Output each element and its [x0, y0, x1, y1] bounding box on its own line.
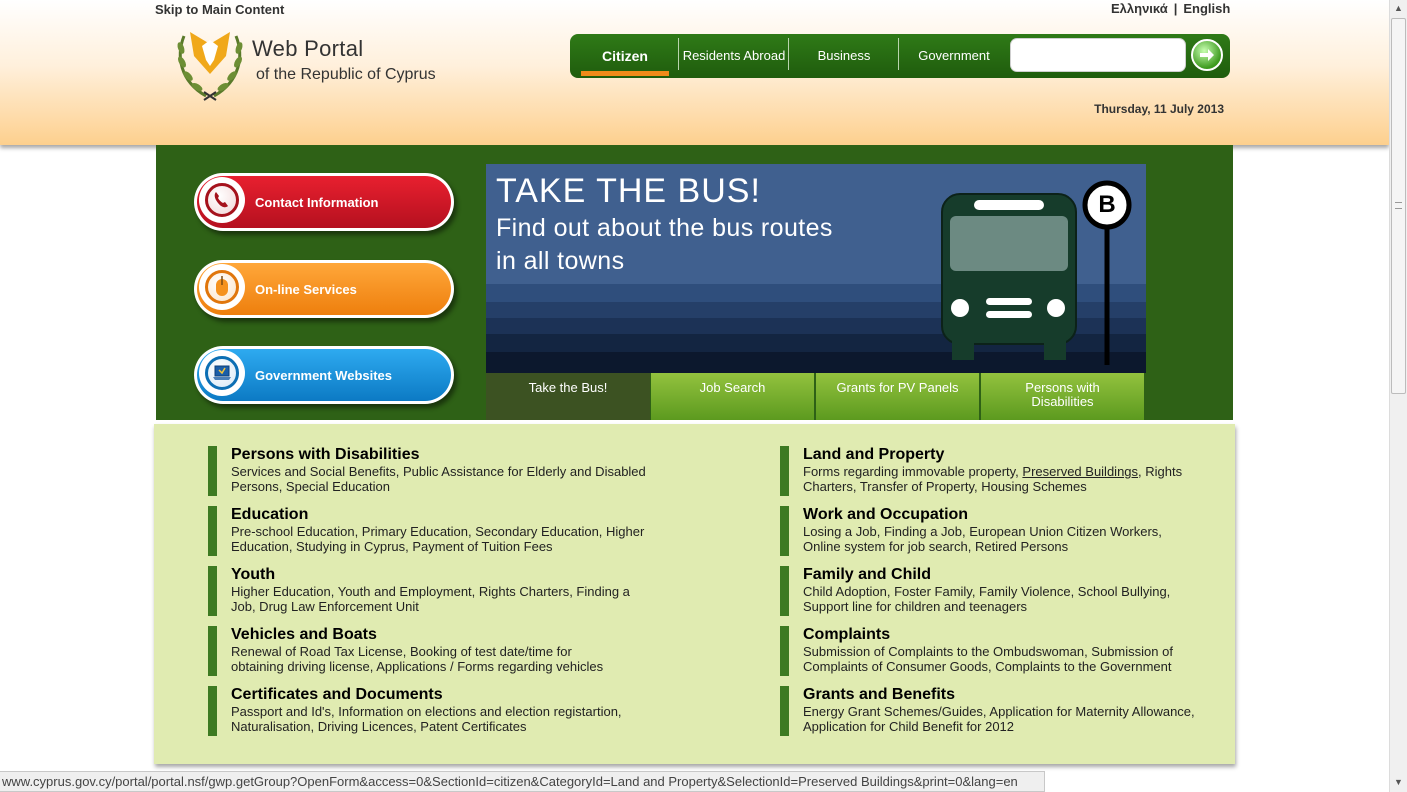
- category-description[interactable]: Services and Social Benefits, Public Ass…: [231, 464, 658, 494]
- category-youth: Youth Higher Education, Youth and Employ…: [208, 566, 658, 616]
- mouse-icon: [199, 264, 245, 310]
- category-title[interactable]: Family and Child: [803, 566, 1200, 584]
- tab-government[interactable]: Government: [902, 34, 1006, 78]
- category-certificates-and-documents: Certificates and Documents Passport and …: [208, 686, 658, 736]
- category-title[interactable]: Youth: [231, 566, 658, 584]
- category-family-and-child: Family and Child Child Adoption, Foster …: [780, 566, 1200, 616]
- coat-of-arms-icon: [177, 32, 243, 101]
- nav-divider: [898, 38, 899, 70]
- feature-banner: Contact Information On-line Services Gov…: [156, 145, 1233, 420]
- page-header: Skip to Main Content Ελληνικά | English We…: [0, 0, 1389, 145]
- scroll-up-arrow-icon[interactable]: ▲: [1394, 3, 1403, 13]
- category-title[interactable]: Grants and Benefits: [803, 686, 1200, 704]
- category-description[interactable]: Higher Education, Youth and Employment, …: [231, 584, 658, 614]
- category-work-and-occupation: Work and Occupation Losing a Job, Findin…: [780, 506, 1200, 556]
- government-websites-button[interactable]: Government Websites: [194, 346, 454, 404]
- category-description[interactable]: Energy Grant Schemes/Guides, Application…: [803, 704, 1200, 734]
- category-title[interactable]: Vehicles and Boats: [231, 626, 618, 644]
- scrollbar-thumb[interactable]: [1391, 18, 1406, 394]
- category-description-text[interactable]: Forms regarding immovable property,: [803, 464, 1022, 479]
- logo-subtitle: of the Republic of Cyprus: [256, 66, 436, 83]
- category-complaints: Complaints Submission of Complaints to t…: [780, 626, 1200, 676]
- lang-english-link[interactable]: English: [1183, 1, 1230, 16]
- bus-icon: [941, 193, 1077, 360]
- promo-tab-grants-pv-panels[interactable]: Grants for PV Panels: [816, 373, 979, 420]
- lang-greek-link[interactable]: Ελληνικά: [1111, 1, 1168, 16]
- category-title[interactable]: Work and Occupation: [803, 506, 1200, 524]
- arrow-right-icon: [1200, 49, 1214, 61]
- category-title[interactable]: Persons with Disabilities: [231, 446, 658, 464]
- category-description: Forms regarding immovable property, Pres…: [803, 464, 1200, 494]
- portal-logo[interactable]: Web Portal of the Republic of Cyprus: [170, 26, 440, 102]
- promo-tab-take-the-bus[interactable]: Take the Bus!: [486, 373, 650, 420]
- online-services-label: On-line Services: [255, 281, 357, 297]
- category-description[interactable]: Renewal of Road Tax License, Booking of …: [231, 644, 618, 674]
- vertical-scrollbar[interactable]: ▲ ▼: [1389, 0, 1407, 792]
- promo-title: TAKE THE BUS!: [496, 172, 761, 210]
- search-input[interactable]: [1010, 38, 1186, 72]
- grip-icon: [1395, 202, 1402, 209]
- preserved-buildings-link[interactable]: Preserved Buildings: [1022, 464, 1138, 479]
- contact-information-label: Contact Information: [255, 194, 379, 210]
- category-grants-and-benefits: Grants and Benefits Energy Grant Schemes…: [780, 686, 1200, 736]
- tab-business[interactable]: Business: [792, 34, 896, 78]
- category-description[interactable]: Pre-school Education, Primary Education,…: [231, 524, 658, 554]
- scroll-down-arrow-icon[interactable]: ▼: [1394, 777, 1403, 787]
- nav-divider: [678, 38, 679, 70]
- category-title[interactable]: Certificates and Documents: [231, 686, 658, 704]
- category-description[interactable]: Child Adoption, Foster Family, Family Vi…: [803, 584, 1200, 614]
- promo-tab-bar: Take the Bus! Job Search Grants for PV P…: [486, 373, 1144, 420]
- tab-citizen[interactable]: Citizen: [581, 34, 669, 78]
- promo-subtitle: Find out about the bus routes in all tow…: [496, 212, 833, 278]
- language-switcher: Ελληνικά | English: [1108, 1, 1233, 16]
- bus-stop-letter: B: [1098, 191, 1116, 218]
- promo-tab-persons-with-disabilities[interactable]: Persons with Disabilities: [981, 373, 1144, 420]
- promo-slide[interactable]: TAKE THE BUS! Find out about the bus rou…: [486, 164, 1146, 373]
- logo-title: Web Portal: [252, 36, 364, 61]
- category-description[interactable]: Submission of Complaints to the Ombudswo…: [803, 644, 1200, 674]
- category-title[interactable]: Complaints: [803, 626, 1200, 644]
- browser-status-bar: www.cyprus.gov.cy/portal/portal.nsf/gwp.…: [0, 771, 1045, 792]
- category-title[interactable]: Land and Property: [803, 446, 1200, 464]
- category-land-and-property: Land and Property Forms regarding immova…: [780, 446, 1200, 496]
- promo-subtitle-line2: in all towns: [496, 247, 625, 275]
- current-date: Thursday, 11 July 2013: [1094, 102, 1224, 116]
- promo-subtitle-line1: Find out about the bus routes: [496, 214, 833, 242]
- contact-information-button[interactable]: Contact Information: [194, 173, 454, 231]
- category-panel: Persons with Disabilities Services and S…: [154, 424, 1235, 764]
- category-persons-with-disabilities: Persons with Disabilities Services and S…: [208, 446, 658, 496]
- category-education: Education Pre-school Education, Primary …: [208, 506, 658, 556]
- category-description[interactable]: Losing a Job, Finding a Job, European Un…: [803, 524, 1200, 554]
- category-vehicles-and-boats: Vehicles and Boats Renewal of Road Tax L…: [208, 626, 618, 676]
- category-title[interactable]: Education: [231, 506, 658, 524]
- skip-to-main-link[interactable]: Skip to Main Content: [155, 2, 284, 17]
- laptop-icon: [199, 350, 245, 396]
- search-button[interactable]: [1191, 39, 1223, 71]
- online-services-button[interactable]: On-line Services: [194, 260, 454, 318]
- government-websites-label: Government Websites: [255, 367, 393, 383]
- category-description[interactable]: Passport and Id's, Information on electi…: [231, 704, 658, 734]
- main-navigation: Citizen Residents Abroad Business Govern…: [570, 34, 1230, 78]
- tab-residents-abroad[interactable]: Residents Abroad: [682, 34, 786, 78]
- promo-tab-job-search[interactable]: Job Search: [651, 373, 814, 420]
- lang-separator: |: [1173, 1, 1178, 16]
- nav-divider: [788, 38, 789, 70]
- phone-icon: [199, 177, 245, 223]
